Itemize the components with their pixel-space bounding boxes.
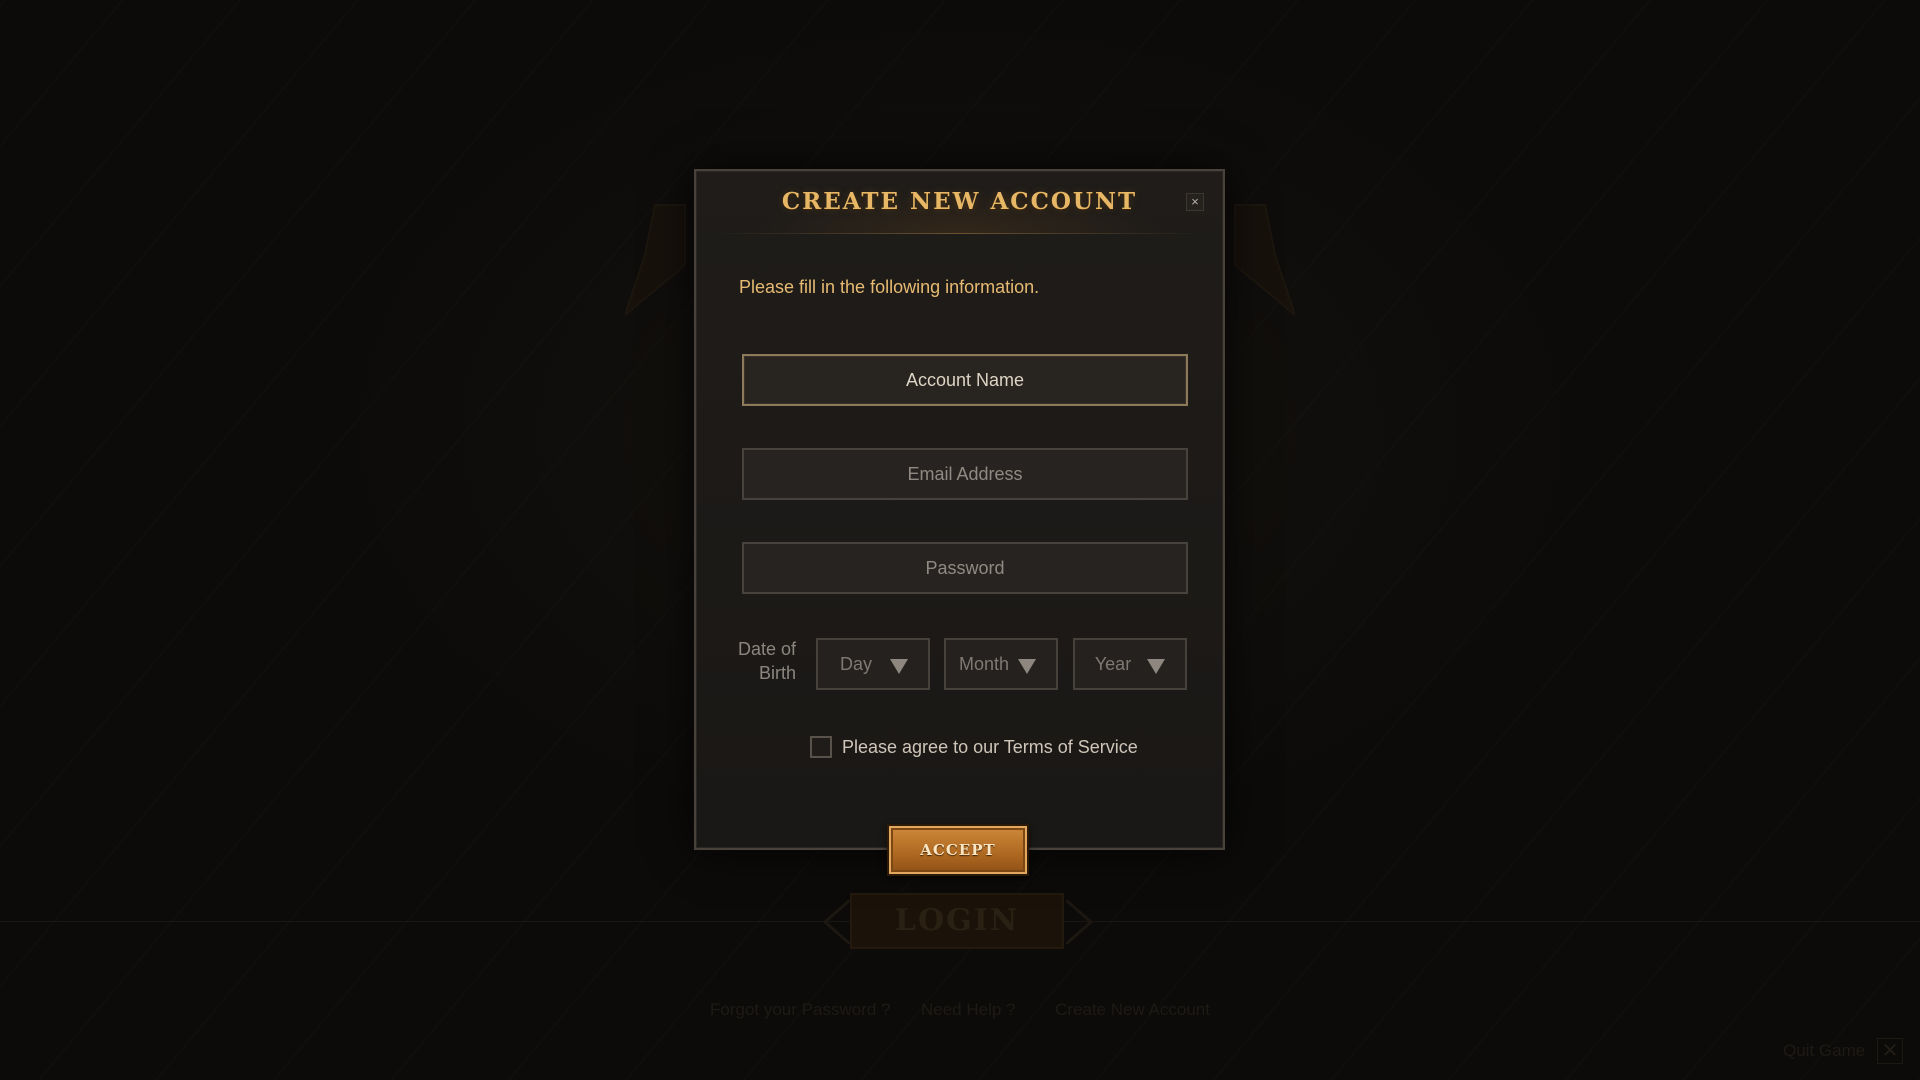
- create-account-dialog: CREATE NEW ACCOUNT × Please fill in the …: [694, 169, 1225, 876]
- month-select-value: Month: [958, 654, 1010, 674]
- background-quit-close-icon: ✕: [1877, 1038, 1903, 1064]
- month-select[interactable]: Month: [944, 638, 1058, 690]
- terms-checkbox[interactable]: [810, 736, 832, 758]
- background-login-button: LOGIN: [850, 893, 1064, 949]
- background-login-wing-left: [822, 900, 850, 944]
- year-select-value: Year: [1094, 654, 1132, 674]
- chevron-down-icon: [1147, 659, 1165, 674]
- chevron-down-icon: [890, 659, 908, 674]
- background-need-help-link: Need Help ?: [921, 1000, 1016, 1019]
- background-login-wing-right: [1066, 900, 1094, 944]
- chevron-down-icon: [1018, 659, 1036, 674]
- date-of-birth-label-line1: Date of: [737, 639, 796, 659]
- day-select-value: Day: [839, 654, 872, 674]
- dialog-instructions: Please fill in the following information…: [739, 277, 1040, 297]
- background-create-account-link: Create New Account: [1055, 1000, 1210, 1019]
- background-quit-game-label: Quit Game: [1783, 1041, 1866, 1060]
- email-input[interactable]: Email Address: [742, 448, 1188, 500]
- day-select[interactable]: Day: [816, 638, 930, 690]
- account-name-input[interactable]: Account Name: [742, 354, 1188, 406]
- password-input[interactable]: Password: [742, 542, 1188, 594]
- year-select[interactable]: Year: [1073, 638, 1187, 690]
- date-of-birth-label-line2: Birth: [758, 663, 796, 683]
- terms-of-service-label[interactable]: Please agree to our Terms of Service: [842, 737, 1138, 758]
- background-forgot-password-link: Forgot your Password ?: [710, 1000, 891, 1019]
- accept-button[interactable]: ACCEPT: [887, 824, 1029, 876]
- close-icon[interactable]: ×: [1186, 193, 1204, 211]
- dialog-title: CREATE NEW ACCOUNT: [781, 188, 1138, 215]
- date-of-birth-label: Date of Birth: [732, 637, 796, 685]
